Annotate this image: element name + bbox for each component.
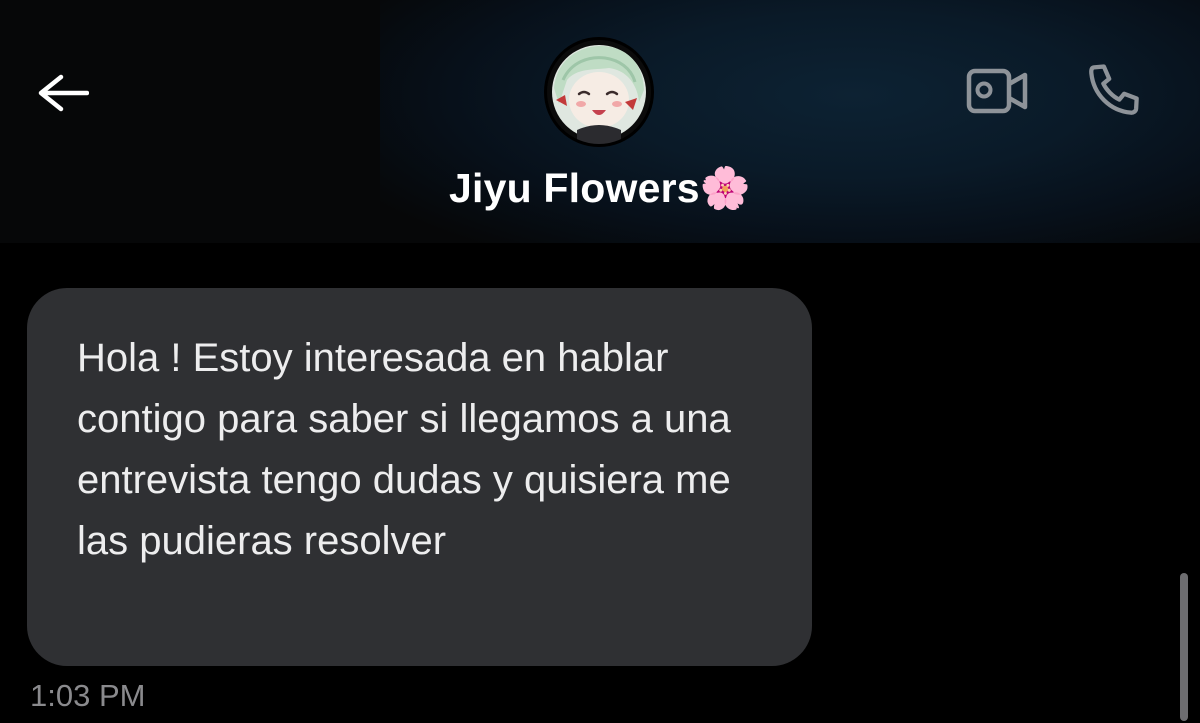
contact-name[interactable]: Jiyu Flowers🌸 — [0, 165, 1200, 213]
chat-header: Jiyu Flowers🌸 — [0, 0, 1200, 243]
back-button[interactable] — [30, 70, 92, 120]
message-timestamp: 1:03 PM — [30, 678, 146, 713]
video-camera-icon — [965, 66, 1029, 121]
message-text: Hola ! Estoy interesada en hablar contig… — [77, 336, 731, 563]
video-call-button[interactable] — [962, 64, 1032, 122]
scrollbar[interactable] — [1180, 573, 1188, 721]
phone-icon — [1082, 58, 1146, 127]
message-bubble[interactable]: Hola ! Estoy interesada en hablar contig… — [27, 288, 812, 666]
voice-call-button[interactable] — [1078, 58, 1150, 126]
chat-screen: Jiyu Flowers🌸 Hola ! Estoy interesada en… — [0, 0, 1200, 723]
avatar[interactable] — [547, 40, 651, 144]
arrow-left-icon — [33, 73, 90, 118]
